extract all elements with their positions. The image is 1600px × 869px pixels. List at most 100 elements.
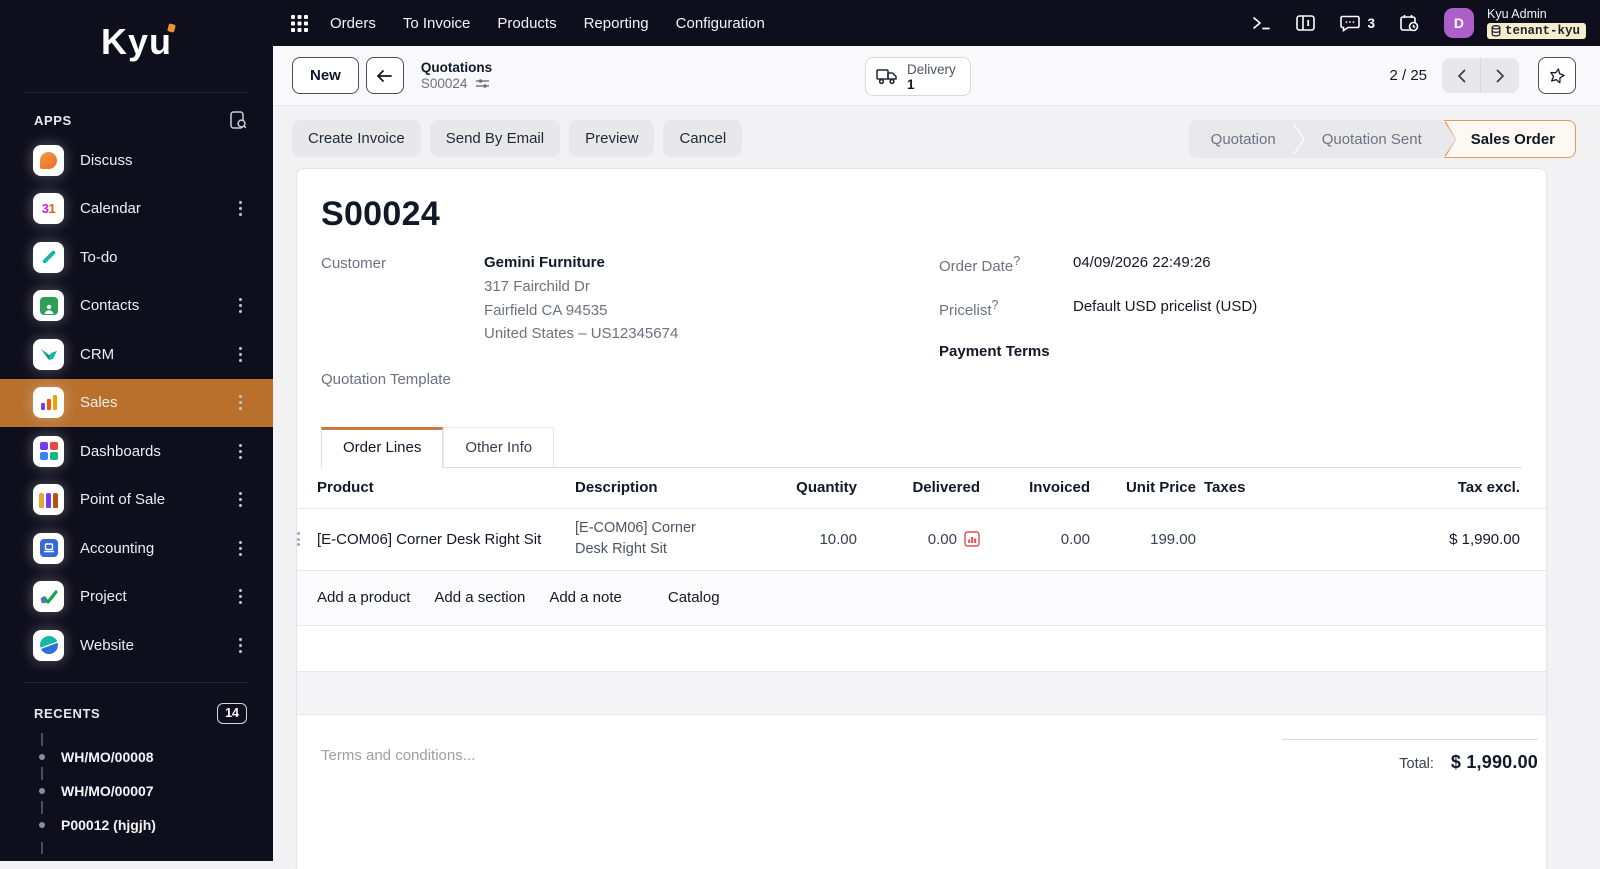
column-tax-excl[interactable]: Tax excl.	[1352, 479, 1520, 496]
nav-reporting[interactable]: Reporting	[584, 15, 649, 32]
cell-product[interactable]: [E-COM06] Corner Desk Right Sit	[317, 531, 567, 548]
user-name: Kyu Admin	[1486, 7, 1547, 21]
cell-quantity[interactable]: 10.00	[795, 531, 857, 548]
recent-item[interactable]: WH/MO/00007	[39, 766, 273, 808]
timeline-dot-icon	[39, 753, 45, 760]
preview-button[interactable]: Preview	[569, 120, 655, 157]
apps-grid-icon[interactable]	[291, 14, 308, 32]
pager-previous-button[interactable]	[1442, 58, 1480, 93]
app-menu-kebab-icon[interactable]	[233, 540, 247, 556]
sidebar-item-contacts[interactable]: Contacts	[0, 282, 273, 331]
app-menu-kebab-icon[interactable]	[233, 201, 247, 217]
column-taxes[interactable]: Taxes	[1204, 479, 1344, 496]
quotation-template-field[interactable]: Quotation Template	[321, 370, 939, 388]
pager-next-button[interactable]	[1481, 58, 1519, 93]
nav-to-invoice[interactable]: To Invoice	[403, 15, 471, 32]
status-step-sales-order[interactable]: Sales Order	[1444, 120, 1576, 158]
sidebar-item-discuss[interactable]: Discuss	[0, 136, 273, 185]
app-menu-kebab-icon[interactable]	[233, 637, 247, 653]
recent-item[interactable]: P00012 (hjgjh)	[39, 800, 273, 842]
pos-app-icon	[33, 484, 64, 516]
sidebar-item-todo[interactable]: To-do	[0, 233, 273, 282]
app-label: Contacts	[80, 297, 140, 315]
sidebar-item-accounting[interactable]: Accounting	[0, 524, 273, 573]
cell-unit-price[interactable]: 199.00	[1098, 531, 1196, 548]
back-button[interactable]	[365, 57, 404, 94]
sidebar-item-dashboards[interactable]: Dashboards	[0, 427, 273, 476]
sidebar-item-crm[interactable]: CRM	[0, 330, 273, 379]
terminal-icon[interactable]	[1252, 15, 1271, 31]
payment-terms-label: Payment Terms	[939, 343, 1050, 360]
pricelist-field: Pricelist? Default USD pricelist (USD)	[939, 298, 1522, 319]
topbar: Orders To Invoice Products Reporting Con…	[273, 0, 1600, 46]
app-menu-kebab-icon[interactable]	[233, 492, 247, 508]
app-label: Accounting	[80, 539, 155, 557]
send-by-email-button[interactable]: Send By Email	[429, 120, 561, 157]
user-block[interactable]: Kyu Admin tenant-kyu	[1486, 7, 1586, 39]
column-product[interactable]: Product	[317, 479, 567, 496]
app-menu-kebab-icon[interactable]	[233, 395, 247, 411]
sidebar-item-sales[interactable]: Sales	[0, 378, 273, 427]
create-invoice-button[interactable]: Create Invoice	[292, 120, 421, 157]
nav-products[interactable]: Products	[497, 15, 556, 32]
messages-indicator[interactable]: 3	[1340, 15, 1375, 32]
app-menu-kebab-icon[interactable]	[233, 298, 247, 314]
status-step-label: Sales Order	[1470, 130, 1555, 148]
sliders-icon[interactable]	[476, 78, 490, 89]
app-search-icon[interactable]	[230, 111, 247, 130]
forecast-warning-icon[interactable]	[964, 531, 980, 547]
cancel-button[interactable]: Cancel	[663, 120, 743, 157]
drag-handle-icon[interactable]	[297, 532, 309, 546]
sidebar-item-website[interactable]: Website	[0, 621, 273, 670]
delivery-smart-button[interactable]: Delivery 1	[865, 57, 971, 96]
terms-and-conditions-input[interactable]: Terms and conditions...	[321, 739, 475, 764]
brand-logo[interactable]: Kyu	[101, 21, 172, 63]
customer-field: Customer Gemini Furniture 317 Fairchild …	[321, 254, 939, 346]
recent-item[interactable]: WH/MO/00008	[39, 732, 273, 774]
column-unit-price[interactable]: Unit Price	[1098, 479, 1196, 496]
sidebar-item-point-of-sale[interactable]: Point of Sale	[0, 476, 273, 525]
order-date-value[interactable]: 04/09/2026 22:49:26	[1073, 254, 1211, 275]
status-step-quotation-sent[interactable]: Quotation Sent	[1300, 120, 1444, 158]
app-label: Point of Sale	[80, 491, 166, 509]
nav-orders[interactable]: Orders	[330, 15, 376, 32]
app-menu-kebab-icon[interactable]	[233, 443, 247, 459]
sidebar-item-project[interactable]: Project	[0, 573, 273, 622]
delete-row-button[interactable]	[1528, 529, 1546, 549]
customer-name-link[interactable]: Gemini Furniture	[484, 254, 678, 271]
column-quantity[interactable]: Quantity	[795, 479, 857, 496]
recents-count-badge[interactable]: 14	[217, 702, 247, 724]
add-a-section-link[interactable]: Add a section	[434, 589, 525, 606]
new-button[interactable]: New	[292, 57, 359, 94]
cell-description[interactable]: [E-COM06] Corner Desk Right Sit	[575, 518, 730, 560]
help-marker[interactable]: ?	[992, 298, 999, 312]
nav-configuration[interactable]: Configuration	[676, 15, 765, 32]
app-menu-kebab-icon[interactable]	[233, 346, 247, 362]
cell-invoiced[interactable]: 0.00	[988, 531, 1090, 548]
column-invoiced[interactable]: Invoiced	[988, 479, 1090, 496]
catalog-link[interactable]: Catalog	[668, 589, 720, 606]
tab-other-info[interactable]: Other Info	[443, 426, 555, 468]
add-a-product-link[interactable]: Add a product	[317, 589, 410, 606]
add-a-note-link[interactable]: Add a note	[549, 589, 622, 606]
activities-calendar-icon[interactable]	[1400, 14, 1419, 32]
app-menu-kebab-icon[interactable]	[233, 589, 247, 605]
sparkle-badge-button[interactable]	[1538, 57, 1576, 94]
payment-terms-field[interactable]: Payment Terms	[939, 342, 1522, 360]
status-step-quotation[interactable]: Quotation	[1189, 120, 1298, 158]
pricelist-value[interactable]: Default USD pricelist (USD)	[1073, 298, 1257, 319]
app-label: Discuss	[80, 151, 133, 169]
optional-columns-icon[interactable]	[1528, 479, 1546, 496]
message-count: 3	[1367, 15, 1375, 31]
user-avatar[interactable]: D	[1443, 8, 1474, 38]
column-delivered[interactable]: Delivered	[865, 479, 980, 496]
cell-delivered[interactable]: 0.00	[865, 531, 980, 548]
tab-order-lines[interactable]: Order Lines	[321, 426, 444, 468]
panel-toggle-icon[interactable]	[1296, 15, 1316, 31]
column-description[interactable]: Description	[575, 479, 787, 496]
breadcrumb-parent[interactable]: Quotations	[421, 60, 492, 75]
table-header-row: Product Description Quantity Delivered I…	[297, 467, 1546, 509]
help-marker[interactable]: ?	[1013, 254, 1020, 268]
order-line-row[interactable]: [E-COM06] Corner Desk Right Sit [E-COM06…	[297, 509, 1546, 571]
sidebar-item-calendar[interactable]: 31 Calendar	[0, 185, 273, 234]
